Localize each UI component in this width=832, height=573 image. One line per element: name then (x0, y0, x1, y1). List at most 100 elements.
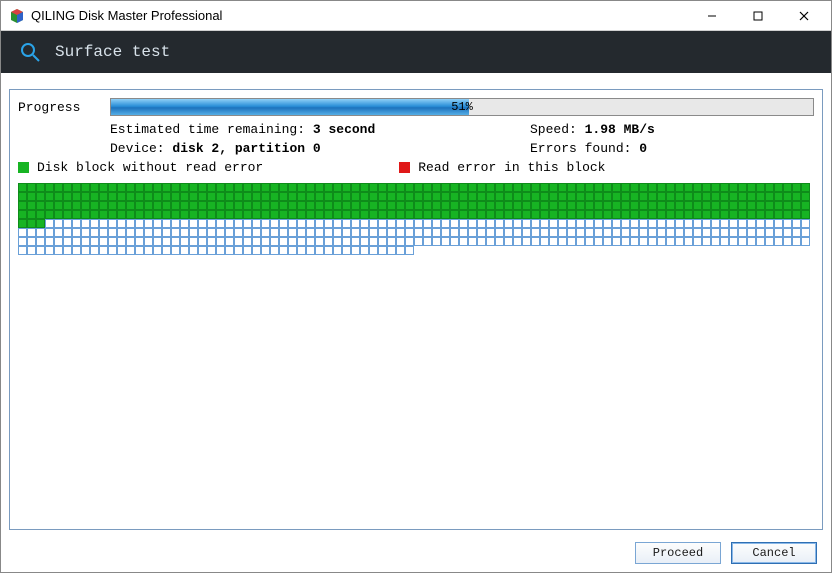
disk-block (486, 228, 495, 237)
proceed-button[interactable]: Proceed (635, 542, 721, 564)
disk-block (576, 219, 585, 228)
disk-block (261, 228, 270, 237)
disk-block (639, 192, 648, 201)
disk-block (207, 219, 216, 228)
disk-block (243, 201, 252, 210)
disk-block (252, 183, 261, 192)
disk-block (774, 201, 783, 210)
disk-block (72, 210, 81, 219)
disk-block (657, 201, 666, 210)
disk-block (639, 210, 648, 219)
disk-block (342, 192, 351, 201)
disk-block (243, 183, 252, 192)
disk-block (117, 183, 126, 192)
disk-block (306, 210, 315, 219)
disk-block (126, 246, 135, 255)
disk-block (126, 228, 135, 237)
disk-block (531, 237, 540, 246)
disk-block (297, 201, 306, 210)
disk-block (567, 228, 576, 237)
disk-block (18, 219, 27, 228)
disk-block (207, 237, 216, 246)
disk-block (180, 246, 189, 255)
disk-block (315, 183, 324, 192)
disk-block (45, 228, 54, 237)
disk-block (702, 210, 711, 219)
disk-block (162, 246, 171, 255)
disk-block (414, 228, 423, 237)
eta-label: Estimated time remaining: (110, 122, 305, 137)
disk-block (387, 219, 396, 228)
disk-block (369, 246, 378, 255)
disk-block (270, 246, 279, 255)
disk-block (396, 192, 405, 201)
disk-block (207, 246, 216, 255)
disk-block (54, 237, 63, 246)
disk-block (315, 192, 324, 201)
progress-bar: 51% (110, 98, 814, 116)
disk-block (675, 201, 684, 210)
disk-block (63, 201, 72, 210)
disk-block (18, 237, 27, 246)
disk-block (351, 219, 360, 228)
disk-block (729, 183, 738, 192)
disk-block (360, 246, 369, 255)
disk-block (468, 183, 477, 192)
cancel-button[interactable]: Cancel (731, 542, 817, 564)
disk-block (153, 201, 162, 210)
disk-block (396, 201, 405, 210)
disk-block (162, 228, 171, 237)
disk-block (108, 210, 117, 219)
disk-block (720, 219, 729, 228)
disk-block (378, 246, 387, 255)
disk-block (756, 228, 765, 237)
disk-block (711, 237, 720, 246)
close-button[interactable] (781, 2, 827, 30)
minimize-button[interactable] (689, 2, 735, 30)
disk-block (621, 228, 630, 237)
disk-block (567, 210, 576, 219)
disk-block (351, 183, 360, 192)
disk-block (72, 219, 81, 228)
disk-block (450, 201, 459, 210)
disk-block (261, 237, 270, 246)
disk-block (630, 210, 639, 219)
disk-block (504, 192, 513, 201)
disk-block (153, 228, 162, 237)
disk-block (423, 192, 432, 201)
disk-block (549, 201, 558, 210)
page-title: Surface test (55, 43, 170, 61)
disk-block (657, 192, 666, 201)
disk-block (702, 228, 711, 237)
disk-block (675, 228, 684, 237)
disk-block (189, 246, 198, 255)
disk-block (261, 183, 270, 192)
disk-block (63, 183, 72, 192)
disk-block (630, 201, 639, 210)
disk-block (18, 201, 27, 210)
disk-block (99, 219, 108, 228)
disk-block (486, 219, 495, 228)
disk-block (720, 210, 729, 219)
disk-block (486, 192, 495, 201)
disk-block (432, 192, 441, 201)
maximize-button[interactable] (735, 2, 781, 30)
disk-block (666, 210, 675, 219)
content-panel: Progress 51% Estimated time remaining: 3… (9, 89, 823, 530)
disk-block (342, 210, 351, 219)
disk-block (36, 237, 45, 246)
disk-block (747, 237, 756, 246)
disk-block (549, 237, 558, 246)
disk-block (81, 201, 90, 210)
disk-block (144, 183, 153, 192)
disk-block (81, 183, 90, 192)
disk-block (288, 219, 297, 228)
disk-block (477, 228, 486, 237)
disk-block (594, 192, 603, 201)
disk-block (765, 219, 774, 228)
disk-block (90, 201, 99, 210)
disk-block (585, 219, 594, 228)
disk-block (432, 183, 441, 192)
disk-block (306, 228, 315, 237)
disk-block (441, 192, 450, 201)
